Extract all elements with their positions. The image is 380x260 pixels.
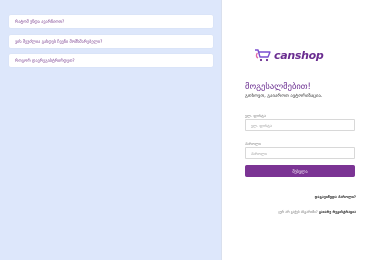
forgot-password-link[interactable]: დაგავიწყდა პაროლი? [315, 195, 356, 199]
register-prompt: ჯერ არ გაქვს ანგარიში? [278, 210, 318, 214]
login-button[interactable]: შესვლა [245, 165, 355, 177]
email-field[interactable] [245, 119, 355, 131]
faq-item-who-can-be-customer[interactable]: ვის შეუძლია გახდეს ჩვენი მომხმარებელი? [9, 35, 213, 48]
register-row: ჯერ არ გაქვს ანგარიში? გაიარე რეგისტრაცი… [278, 210, 356, 214]
faq-item-why-choose[interactable]: რატომ უნდა ავარჩიოთ? [9, 15, 213, 28]
email-label: ელ. ფოსტა [245, 113, 266, 118]
faq-item-how-to-register[interactable]: როგორ დავრეგისტრირდეთ? [9, 54, 213, 67]
faq-item-label: როგორ დავრეგისტრირდეთ? [15, 58, 75, 63]
brand-name: canshop [274, 48, 324, 62]
brand-logo: canshop [254, 48, 324, 62]
password-field[interactable] [245, 147, 355, 159]
shopping-cart-logo-icon [255, 49, 271, 62]
login-panel: canshop მოგესალმებით! გთხოვთ, გაიაროთ ავ… [222, 0, 380, 260]
faq-item-label: ვის შეუძლია გახდეს ჩვენი მომხმარებელი? [15, 39, 103, 44]
welcome-subtitle: გთხოვთ, გაიაროთ ავტორიზაცია. [245, 94, 323, 99]
password-label: პაროლი [245, 141, 261, 146]
faq-panel: რატომ უნდა ავარჩიოთ? ვის შეუძლია გახდეს … [0, 0, 221, 260]
welcome-title: მოგესალმებით! [245, 82, 311, 92]
faq-item-label: რატომ უნდა ავარჩიოთ? [15, 19, 65, 24]
register-link[interactable]: გაიარე რეგისტრაცია [319, 210, 356, 214]
